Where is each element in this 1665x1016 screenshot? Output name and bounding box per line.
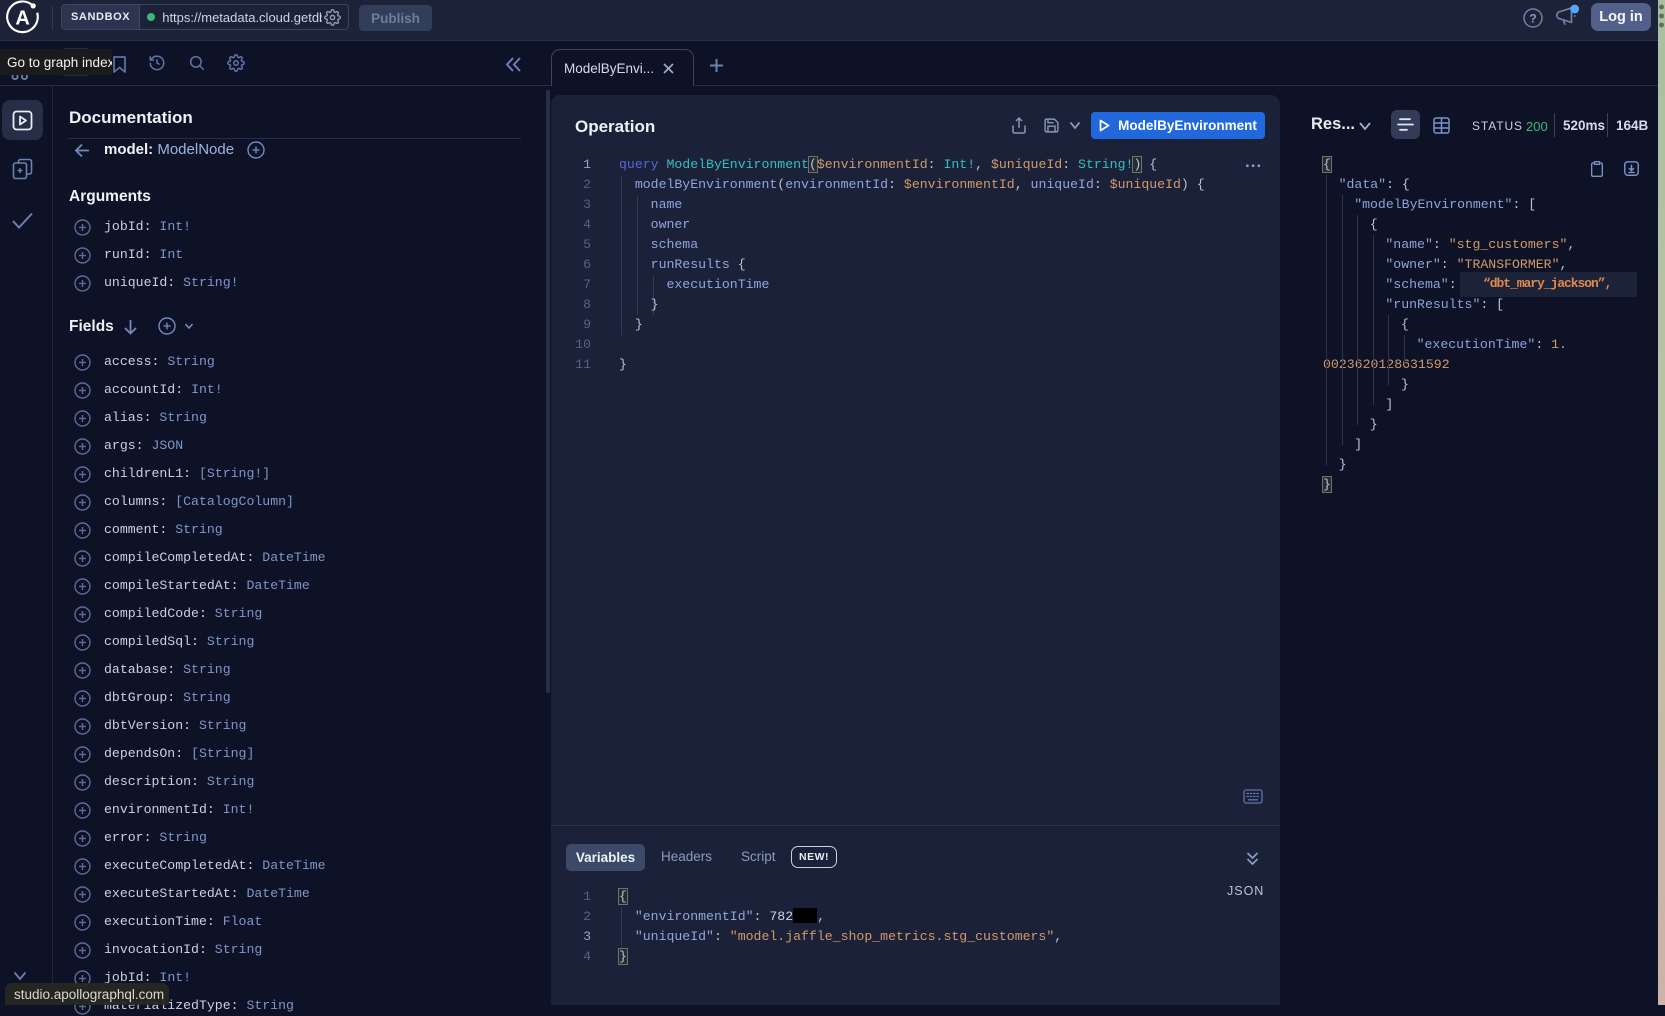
svg-text:?: ?	[1529, 12, 1536, 26]
svg-text:A: A	[15, 8, 29, 30]
